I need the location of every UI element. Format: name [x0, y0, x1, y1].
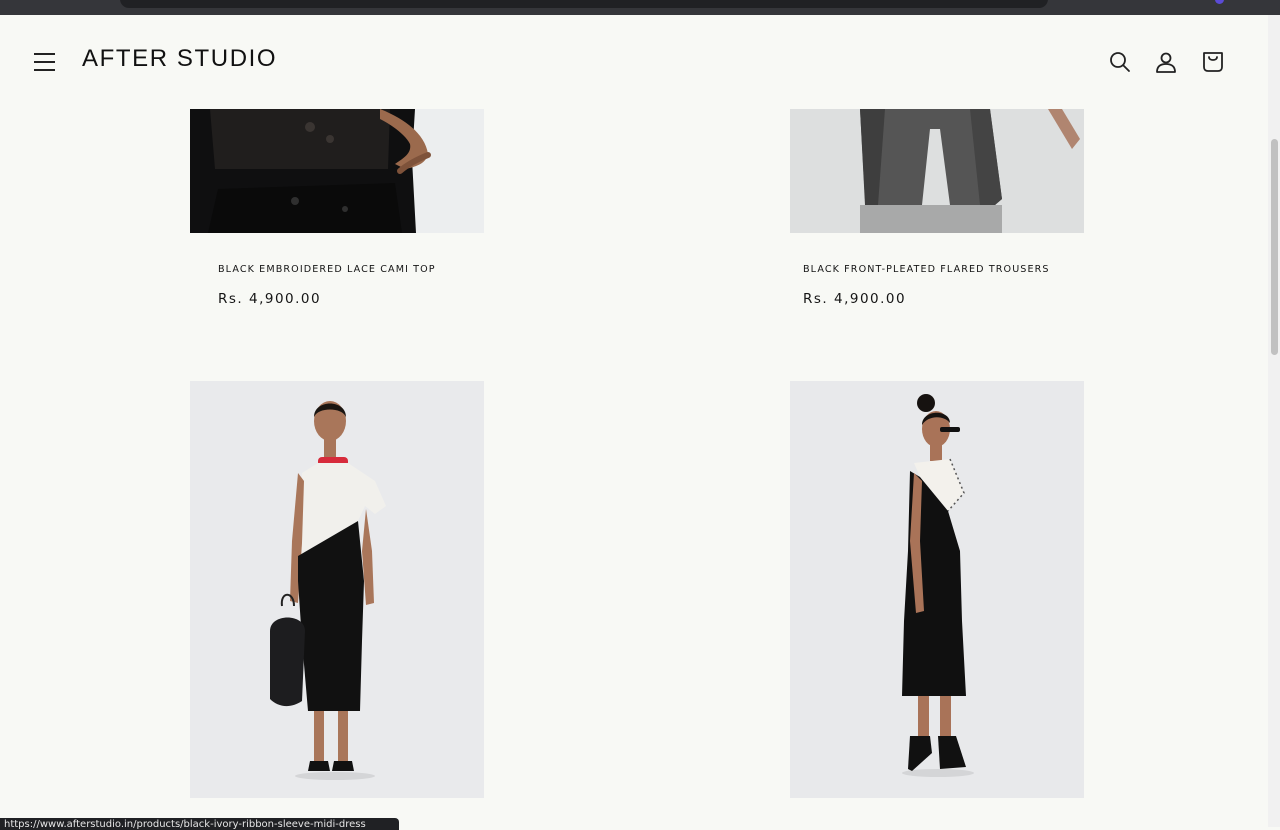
product-title[interactable]: BLACK FRONT-PLEATED FLARED TROUSERS — [803, 264, 1050, 275]
site-header: AFTER STUDIO — [0, 15, 1268, 109]
product-image-flared-trousers[interactable] — [790, 109, 1084, 233]
address-bar[interactable] — [120, 0, 1048, 8]
product-image-ivory-black-dress[interactable] — [190, 381, 484, 798]
menu-icon[interactable] — [34, 53, 55, 71]
scrollbar-thumb[interactable] — [1271, 139, 1278, 355]
link-status-bar: https://www.afterstudio.in/products/blac… — [0, 818, 399, 830]
product-image-lace-cami-top[interactable] — [190, 109, 484, 233]
browser-top-bar — [0, 0, 1280, 15]
profile-icon[interactable] — [1215, 0, 1224, 4]
cart-icon[interactable] — [1201, 50, 1225, 74]
search-icon[interactable] — [1108, 50, 1132, 74]
site-logo[interactable]: AFTER STUDIO — [82, 45, 277, 73]
product-photo — [190, 381, 484, 798]
product-title[interactable]: BLACK EMBROIDERED LACE CAMI TOP — [218, 264, 436, 275]
product-photo — [190, 109, 484, 233]
page-scrollbar[interactable] — [1268, 15, 1280, 827]
product-photo — [790, 381, 1084, 798]
product-price: Rs. 4,900.00 — [803, 291, 907, 307]
product-photo — [790, 109, 1084, 233]
product-image-collar-midi-dress[interactable] — [790, 381, 1084, 798]
account-icon[interactable] — [1154, 50, 1178, 74]
product-price: Rs. 4,900.00 — [218, 291, 322, 307]
